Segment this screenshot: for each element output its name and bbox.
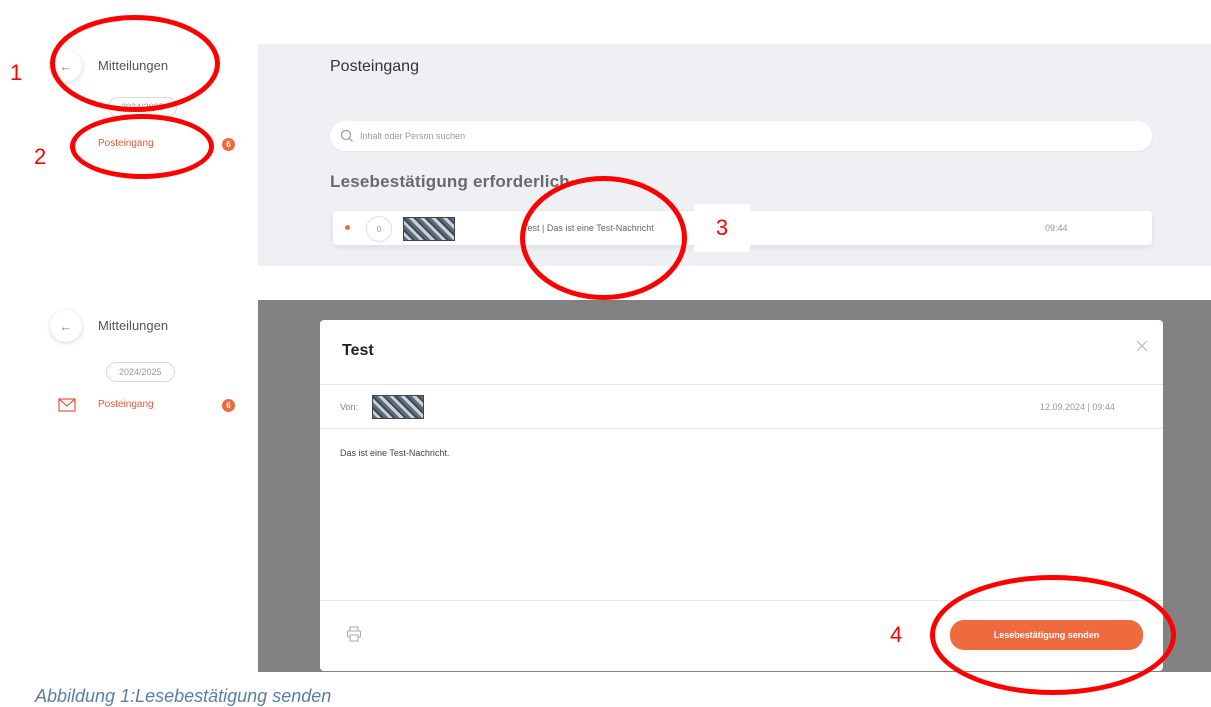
from-label: Von: (340, 402, 359, 412)
search-input[interactable]: Inhalt oder Person suchen (330, 121, 1152, 151)
message-body: Das ist eine Test-Nachricht. (340, 448, 450, 458)
unread-dot (345, 225, 350, 230)
annotation-ellipse-3 (520, 176, 687, 300)
message-date: 12.09.2024 | 09:44 (1040, 402, 1115, 412)
page-title: Posteingang (330, 58, 419, 75)
message-indicator: 0 (366, 216, 392, 242)
annotation-number-4: 4 (890, 622, 903, 647)
close-icon[interactable] (1136, 340, 1148, 352)
divider (320, 384, 1163, 385)
sidebar-title: Mitteilungen (98, 318, 169, 333)
avatar (403, 217, 455, 241)
annotation-number-1: 1 (10, 60, 23, 85)
annotation-number-2: 2 (34, 144, 47, 169)
envelope-icon (58, 398, 76, 412)
unread-badge: 6 (222, 138, 235, 151)
sender-avatar (372, 395, 424, 419)
search-icon (340, 129, 353, 142)
back-button[interactable]: ← (50, 310, 82, 342)
sidebar-item-posteingang[interactable]: Posteingang (98, 399, 154, 410)
annotation-number-3: 3 (715, 215, 729, 240)
search-placeholder: Inhalt oder Person suchen (360, 131, 466, 141)
annotation-ellipse-1 (50, 15, 220, 112)
message-time: 09:44 (1045, 223, 1068, 233)
annotation-ellipse-4 (930, 575, 1176, 695)
section-title-read-receipt: Lesebestätigung erforderlich (330, 172, 570, 191)
print-icon[interactable] (346, 626, 362, 642)
unread-badge: 6 (222, 399, 235, 412)
dialog-title: Test (342, 342, 374, 359)
divider (320, 428, 1163, 429)
school-year-selector[interactable]: 2024/2025 (106, 362, 175, 382)
annotation-number-3-box: 3 (694, 204, 750, 252)
annotation-ellipse-2 (70, 114, 214, 179)
figure-caption: Abbildung 1:Lesebestätigung senden (35, 686, 332, 706)
arrow-left-icon: ← (59, 318, 73, 334)
